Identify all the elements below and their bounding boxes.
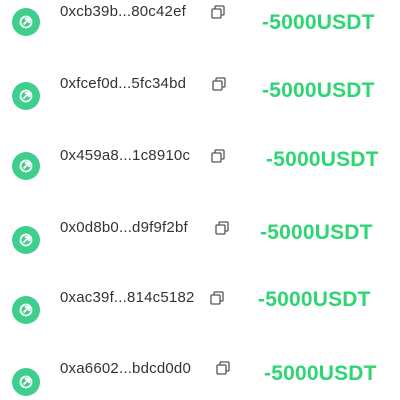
transaction-row[interactable]: 0xa6602...bdcd0d0 -5000USDT (0, 358, 400, 398)
transaction-amount: -5000USDT (264, 362, 377, 385)
transaction-amount: -5000USDT (262, 79, 375, 102)
transaction-amount: -5000USDT (258, 288, 371, 311)
outgoing-arrow-icon (12, 296, 40, 324)
copy-icon[interactable] (215, 221, 229, 235)
transaction-amount: -5000USDT (266, 148, 379, 171)
transaction-amount: -5000USDT (262, 11, 375, 34)
transaction-row[interactable]: 0xfcef0d...5fc34bd -5000USDT (0, 72, 400, 112)
copy-icon[interactable] (210, 291, 224, 305)
transaction-row[interactable]: 0x459a8...1c8910c -5000USDT (0, 145, 400, 185)
outgoing-arrow-icon (12, 8, 40, 36)
transaction-row[interactable]: 0xcb39b...80c42ef -5000USDT (0, 0, 400, 40)
copy-icon[interactable] (216, 361, 230, 375)
transaction-amount: -5000USDT (260, 221, 373, 244)
transaction-address: 0xcb39b...80c42ef (60, 3, 186, 20)
transaction-address: 0xa6602...bdcd0d0 (60, 360, 192, 377)
copy-icon[interactable] (212, 77, 226, 91)
outgoing-arrow-icon (12, 226, 40, 254)
transaction-address: 0xfcef0d...5fc34bd (60, 75, 187, 92)
transaction-address: 0x0d8b0...d9f9f2bf (60, 219, 188, 236)
transaction-address: 0xac39f...814c5182 (60, 289, 195, 306)
transaction-row[interactable]: 0xac39f...814c5182 -5000USDT (0, 286, 400, 326)
copy-icon[interactable] (211, 149, 225, 163)
outgoing-arrow-icon (12, 82, 40, 110)
outgoing-arrow-icon (12, 368, 40, 396)
outgoing-arrow-icon (12, 152, 40, 180)
transaction-list: 0xcb39b...80c42ef -5000USDT 0xfcef0d...5… (0, 0, 400, 400)
transaction-address: 0x459a8...1c8910c (60, 147, 191, 164)
copy-icon[interactable] (211, 5, 225, 19)
transaction-row[interactable]: 0x0d8b0...d9f9f2bf -5000USDT (0, 216, 400, 256)
